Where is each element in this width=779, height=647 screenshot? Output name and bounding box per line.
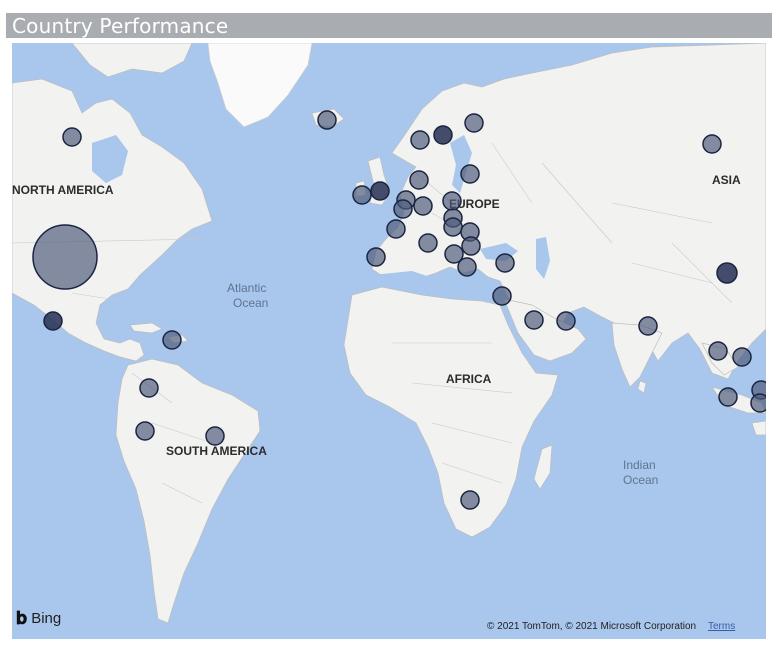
bubble-france[interactable] (386, 219, 406, 239)
label-atlantic-line1: Atlantic (227, 281, 266, 295)
bubble-india[interactable] (638, 316, 658, 336)
bubble-canada[interactable] (62, 127, 82, 147)
terms-link[interactable]: Terms (708, 621, 735, 632)
copyright-text: © 2021 TomTom, © 2021 Microsoft Corporat… (487, 621, 697, 632)
label-atlantic-line2: Ocean (233, 296, 268, 310)
bubble-philippines[interactable] (732, 347, 752, 367)
label-asia: ASIA (712, 173, 741, 187)
bubble-united-states[interactable] (32, 224, 98, 290)
label-africa: AFRICA (446, 372, 492, 386)
label-south-america: SOUTH AMERICA (166, 444, 267, 458)
bubble-russia[interactable] (702, 134, 722, 154)
bubble-sweden[interactable] (433, 125, 453, 145)
bubble-romania[interactable] (461, 236, 481, 256)
bing-logo-icon: 𝐛 (16, 608, 28, 629)
bubble-poland[interactable] (442, 191, 462, 211)
bubble-mexico[interactable] (43, 311, 63, 331)
bubble-colombia[interactable] (139, 378, 159, 398)
bubble-malaysia[interactable] (718, 387, 738, 407)
visual-title: Country Performance (12, 14, 229, 38)
bubble-saudi-arabia[interactable] (524, 310, 544, 330)
bubble-italy[interactable] (418, 233, 438, 253)
bubble-south-africa[interactable] (460, 490, 480, 510)
label-indian-line1: Indian (623, 458, 656, 472)
bubble-spain[interactable] (366, 247, 386, 267)
label-indian-line2: Ocean (623, 473, 658, 487)
bubble-uae[interactable] (556, 311, 576, 331)
visual-title-bar: Country Performance (6, 13, 772, 38)
bubble-united-kingdom[interactable] (370, 181, 390, 201)
bubble-greece[interactable] (457, 257, 477, 277)
bubble-israel[interactable] (492, 286, 512, 306)
bubble-caribbean[interactable] (162, 330, 182, 350)
bubble-brunei[interactable] (750, 393, 766, 413)
bubble-ireland[interactable] (352, 185, 372, 205)
bubble-denmark[interactable] (409, 170, 429, 190)
bubble-peru[interactable] (135, 421, 155, 441)
bubble-norway[interactable] (410, 130, 430, 150)
bubble-vietnam[interactable] (708, 341, 728, 361)
bing-attribution: 𝐛 Bing (16, 608, 61, 629)
bubble-germany[interactable] (413, 196, 433, 216)
bubble-estonia[interactable] (460, 164, 480, 184)
map-canvas[interactable]: NORTH AMERICA SOUTH AMERICA EUROPE AFRIC… (12, 43, 766, 639)
map-svg: NORTH AMERICA SOUTH AMERICA EUROPE AFRIC… (12, 43, 766, 639)
bing-label: Bing (31, 610, 62, 627)
bubble-iceland[interactable] (317, 110, 337, 130)
bubble-china[interactable] (716, 262, 738, 284)
bubble-belgium[interactable] (393, 199, 413, 219)
bubble-brazil[interactable] (205, 426, 225, 446)
bubble-austria[interactable] (443, 217, 463, 237)
label-north-america: NORTH AMERICA (12, 183, 114, 197)
bubble-turkey[interactable] (495, 253, 515, 273)
bubble-finland[interactable] (464, 113, 484, 133)
